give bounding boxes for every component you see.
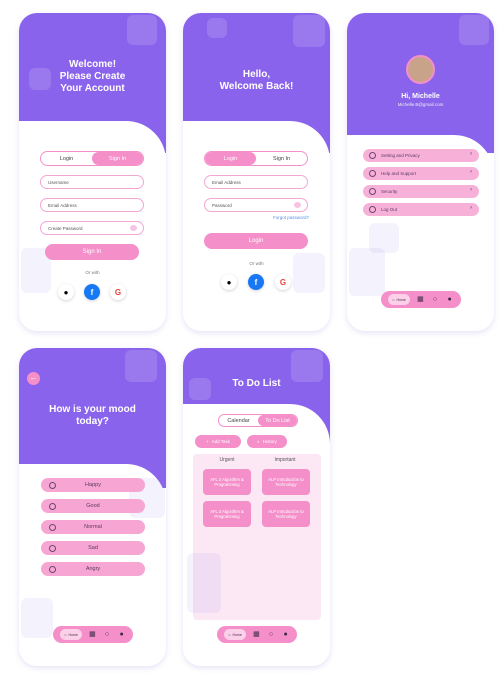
tab-signin[interactable]: Sign In bbox=[256, 152, 307, 165]
apple-icon[interactable]: ● bbox=[58, 284, 74, 300]
mood-icon[interactable]: ○ bbox=[267, 631, 275, 638]
chevron-right-icon: › bbox=[470, 169, 472, 175]
nav-home[interactable]: ⌂ Home bbox=[388, 294, 410, 305]
email-placeholder: Email Address bbox=[48, 202, 77, 208]
home-icon: ⌂ bbox=[228, 632, 231, 637]
view-toggle: Calendar To Do List bbox=[218, 414, 298, 427]
logout-icon bbox=[369, 206, 376, 213]
tab-todo[interactable]: To Do List bbox=[258, 415, 297, 426]
profile-icon[interactable]: ● bbox=[282, 631, 290, 638]
column-important-header: Important bbox=[274, 457, 296, 463]
show-password-icon[interactable] bbox=[294, 202, 301, 208]
password-field[interactable]: Password bbox=[204, 198, 308, 212]
mood-screen: ← How is your mood today? Happy Good Nor… bbox=[19, 348, 166, 666]
history-button[interactable]: ◐ History bbox=[247, 435, 287, 448]
password-placeholder: Create Password bbox=[48, 225, 83, 231]
mood-option-angry[interactable]: Angry bbox=[41, 562, 145, 576]
sad-face-icon bbox=[49, 544, 56, 552]
bottom-navbar: ⌂ Home ▦ ○ ● bbox=[381, 291, 461, 308]
menu-help-support[interactable]: Help and Support › bbox=[363, 167, 479, 180]
mood-option-good[interactable]: Good bbox=[41, 499, 145, 513]
history-icon: ◐ bbox=[257, 439, 260, 444]
auth-toggle: Login Sign In bbox=[204, 151, 308, 166]
help-icon bbox=[369, 170, 376, 177]
mood-option-normal[interactable]: Normal bbox=[41, 520, 145, 534]
menu-setting-privacy[interactable]: Setting and Privacy › bbox=[363, 149, 479, 162]
page-title-line3: Your Account bbox=[60, 83, 125, 94]
page-title-line1: Welcome! bbox=[68, 59, 117, 70]
mood-option-happy[interactable]: Happy bbox=[41, 478, 145, 492]
back-button[interactable]: ← bbox=[27, 372, 40, 385]
mood-icon[interactable]: ○ bbox=[103, 631, 111, 638]
google-icon[interactable]: G bbox=[275, 274, 291, 290]
tab-login[interactable]: Login bbox=[41, 152, 92, 165]
signup-screen: Welcome! Please Create Your Account Logi… bbox=[19, 13, 166, 331]
or-with-label: Or with bbox=[85, 270, 100, 275]
auth-toggle: Login Sign In bbox=[40, 151, 144, 166]
task-card[interactable]: AFL 2 Algorithm & Programming bbox=[203, 469, 251, 495]
login-screen: Hello, Welcome Back! Login Sign In Email… bbox=[183, 13, 330, 331]
email-placeholder: Email Address bbox=[212, 179, 241, 185]
page-title: To Do List bbox=[232, 378, 281, 389]
signin-button[interactable]: Sign In bbox=[45, 244, 139, 260]
bottom-navbar: ⌂ Home ▦ ○ ● bbox=[53, 626, 133, 643]
chevron-right-icon: › bbox=[470, 151, 472, 157]
password-placeholder: Password bbox=[212, 202, 232, 208]
user-email: Michelle.B@gmail.com bbox=[397, 102, 444, 107]
email-field[interactable]: Email Address bbox=[204, 175, 308, 189]
nav-home[interactable]: ⌂ Home bbox=[224, 629, 246, 640]
avatar bbox=[406, 55, 435, 84]
normal-face-icon bbox=[49, 523, 56, 531]
task-card[interactable]: ALP Introduction to Technology bbox=[262, 469, 310, 495]
tab-login[interactable]: Login bbox=[205, 152, 256, 165]
forgot-password-link[interactable]: Forgot password? bbox=[273, 215, 309, 220]
tab-signin[interactable]: Sign In bbox=[92, 152, 143, 165]
profile-screen: Hi, Michelle Michelle.B@gmail.com Settin… bbox=[347, 13, 494, 331]
gear-icon bbox=[369, 152, 376, 159]
email-field[interactable]: Email Address bbox=[40, 198, 144, 212]
bottom-navbar: ⌂ Home ▦ ○ ● bbox=[217, 626, 297, 643]
mood-icon[interactable]: ○ bbox=[431, 296, 439, 303]
task-card[interactable]: AFL 3 Algorithm & Programming bbox=[203, 501, 251, 527]
calendar-icon[interactable]: ▦ bbox=[416, 296, 424, 303]
angry-face-icon bbox=[49, 565, 56, 573]
happy-face-icon bbox=[49, 481, 56, 489]
facebook-icon[interactable]: f bbox=[248, 274, 264, 290]
home-icon: ⌂ bbox=[392, 297, 395, 302]
todo-screen: To Do List Calendar To Do List + Add Tas… bbox=[183, 348, 330, 666]
page-title-line2: Welcome Back! bbox=[219, 81, 294, 92]
shield-icon bbox=[369, 188, 376, 195]
mood-option-sad[interactable]: Sad bbox=[41, 541, 145, 555]
apple-icon[interactable]: ● bbox=[221, 274, 237, 290]
page-title-line2: today? bbox=[76, 416, 109, 427]
username-field[interactable]: Username bbox=[40, 175, 144, 189]
home-icon: ⌂ bbox=[64, 632, 67, 637]
profile-icon[interactable]: ● bbox=[446, 296, 454, 303]
page-title-line2: Please Create bbox=[59, 71, 126, 82]
chevron-right-icon: › bbox=[470, 187, 472, 193]
page-title-line1: Hello, bbox=[242, 69, 271, 80]
calendar-icon[interactable]: ▦ bbox=[88, 631, 96, 638]
calendar-icon[interactable]: ▦ bbox=[252, 631, 260, 638]
menu-security[interactable]: Security › bbox=[363, 185, 479, 198]
password-field[interactable]: Create Password bbox=[40, 221, 144, 235]
plus-icon: + bbox=[205, 439, 209, 444]
user-name: Hi, Michelle bbox=[401, 93, 440, 100]
or-with-label: Or with bbox=[249, 261, 264, 266]
page-title-line1: How is your mood bbox=[49, 404, 136, 415]
login-button[interactable]: Login bbox=[204, 233, 308, 249]
profile-icon[interactable]: ● bbox=[118, 631, 126, 638]
add-task-button[interactable]: + Add Task bbox=[195, 435, 241, 448]
facebook-icon[interactable]: f bbox=[84, 284, 100, 300]
menu-logout[interactable]: Log Out › bbox=[363, 203, 479, 216]
username-placeholder: Username bbox=[48, 179, 69, 185]
show-password-icon[interactable] bbox=[130, 225, 137, 231]
nav-home[interactable]: ⌂ Home bbox=[60, 629, 82, 640]
chevron-right-icon: › bbox=[470, 205, 472, 211]
column-urgent-header: Urgent bbox=[219, 457, 235, 463]
tab-calendar[interactable]: Calendar bbox=[219, 415, 258, 426]
google-icon[interactable]: G bbox=[110, 284, 126, 300]
good-face-icon bbox=[49, 502, 56, 510]
task-card[interactable]: ALP Introduction to Technology bbox=[262, 501, 310, 527]
